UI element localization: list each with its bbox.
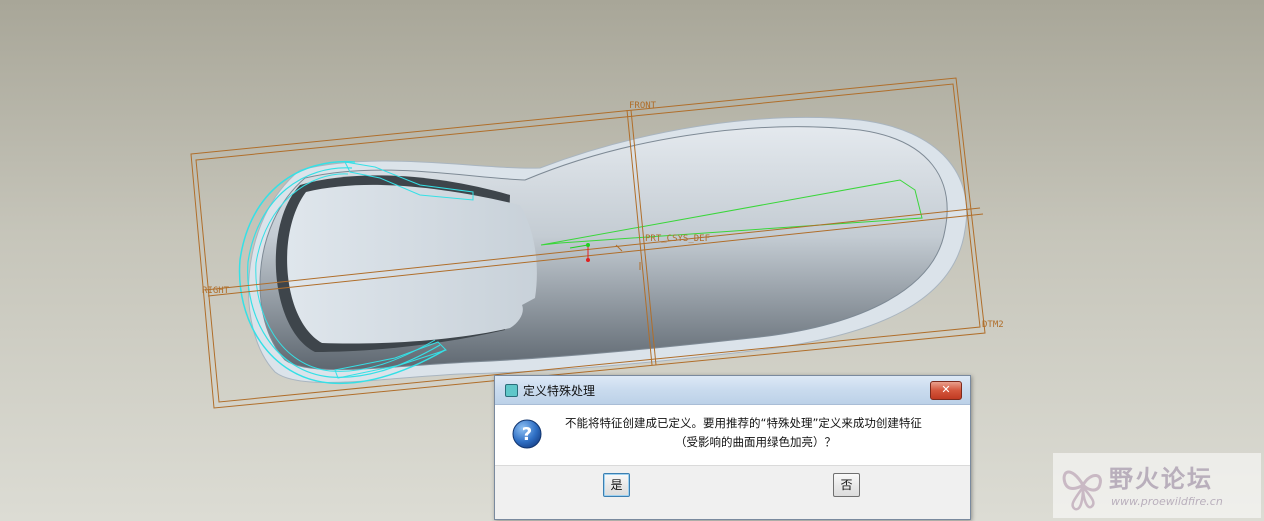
special-handling-dialog: 定义特殊处理 ✕ ? 不能将特征创建成已定义。要用推荐的“特殊处理”定义来成功创… <box>494 375 971 520</box>
dialog-title: 定义特殊处理 <box>523 384 596 398</box>
dialog-message-line2: （受影响的曲面用绿色加亮）？ <box>675 435 836 449</box>
question-icon: ? <box>512 419 542 449</box>
butterfly-logo-icon <box>1062 470 1102 511</box>
datum-front-label: FRONT <box>629 101 657 111</box>
svg-text:?: ? <box>522 424 532 445</box>
watermark-url: www.proewildfire.cn <box>1111 495 1223 508</box>
shoe-model[interactable] <box>238 116 968 385</box>
dialog-content: ? 不能将特征创建成已定义。要用推荐的“特殊处理”定义来成功创建特征 （受影响的… <box>495 405 970 466</box>
no-button[interactable]: 否 <box>833 473 860 497</box>
csys-label: PRT_CSYS_DEF <box>645 234 710 244</box>
watermark-title: 野火论坛 <box>1109 465 1213 493</box>
app-window-icon <box>505 384 518 397</box>
inner-opening <box>287 184 537 344</box>
dialog-message-line1: 不能将特征创建成已定义。要用推荐的“特殊处理”定义来成功创建特征 <box>565 416 922 430</box>
yes-button[interactable]: 是 <box>603 473 630 497</box>
forum-watermark: 野火论坛 www.proewildfire.cn <box>1053 453 1261 518</box>
datum-right-label: RIGHT <box>202 286 230 296</box>
datum-dtm2-label: DTM2 <box>982 320 1004 330</box>
dialog-titlebar[interactable]: 定义特殊处理 ✕ <box>495 376 970 405</box>
close-button[interactable]: ✕ <box>930 381 962 400</box>
